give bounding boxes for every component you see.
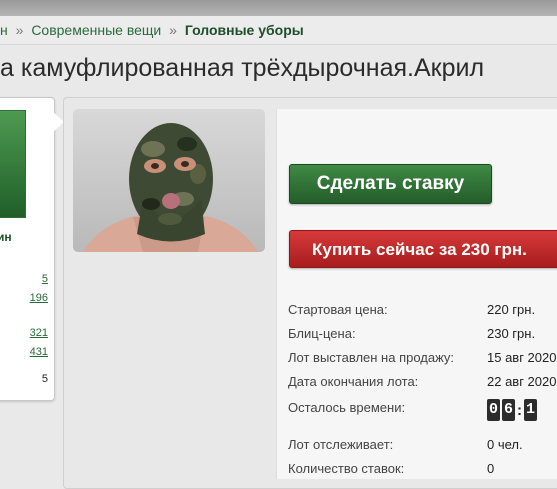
listed-date-label: Лот выставлен на продажу:: [288, 350, 455, 365]
end-date-value: 22 авг 2020: [487, 374, 557, 389]
timer-digit: 1: [524, 399, 537, 421]
time-left-label: Осталось времени:: [288, 400, 406, 415]
start-price-value: 220 грн.: [487, 302, 536, 317]
bids-count-value: 0: [487, 461, 495, 476]
buy-now-button[interactable]: Купить сейчас за 230 грн.: [289, 230, 557, 268]
countdown-timer: 0 6 : 1: [487, 399, 539, 421]
timer-digit: 0: [487, 399, 500, 421]
top-bar: [0, 0, 557, 16]
seller-name[interactable]: кин: [0, 230, 12, 244]
breadcrumb-separator: »: [169, 22, 177, 38]
seller-stat-link[interactable]: 196: [30, 292, 48, 304]
seller-panel: кин 5 196 321 431 5: [0, 97, 55, 401]
seller-stat-count: 5: [41, 373, 48, 385]
breadcrumb-current: Головные уборы: [184, 22, 304, 38]
breadcrumb-separator: »: [15, 22, 24, 38]
lot-photo[interactable]: [73, 109, 265, 252]
listed-date-value: 15 авг 2020: [487, 350, 557, 365]
seller-stat-link[interactable]: 321: [30, 327, 48, 339]
breadcrumb: н » Современные вещи » Головные уборы: [0, 16, 557, 45]
timer-digit: 6: [502, 399, 515, 421]
watchers-value: 0 чел.: [487, 437, 523, 452]
breadcrumb-item-modern[interactable]: Современные вещи: [31, 22, 161, 38]
breadcrumb-item-prev[interactable]: н: [0, 22, 8, 38]
blitz-price-value: 230 грн.: [487, 326, 536, 341]
end-date-label: Дата окончания лота:: [288, 374, 419, 389]
blitz-price-label: Блиц-цена:: [288, 326, 356, 341]
page-title: а камуфлированная трёхдырочная.Акрил: [0, 54, 485, 82]
seller-stat-link[interactable]: 431: [30, 346, 48, 358]
avatar[interactable]: [0, 110, 26, 218]
start-price-label: Стартовая цена:: [288, 302, 388, 317]
timer-colon: :: [517, 401, 522, 419]
place-bid-button[interactable]: Сделать ставку: [289, 164, 492, 204]
watchers-label: Лот отслеживает:: [288, 437, 394, 452]
bids-count-label: Количество ставок:: [288, 461, 405, 476]
seller-stat-link[interactable]: 5: [42, 273, 48, 285]
